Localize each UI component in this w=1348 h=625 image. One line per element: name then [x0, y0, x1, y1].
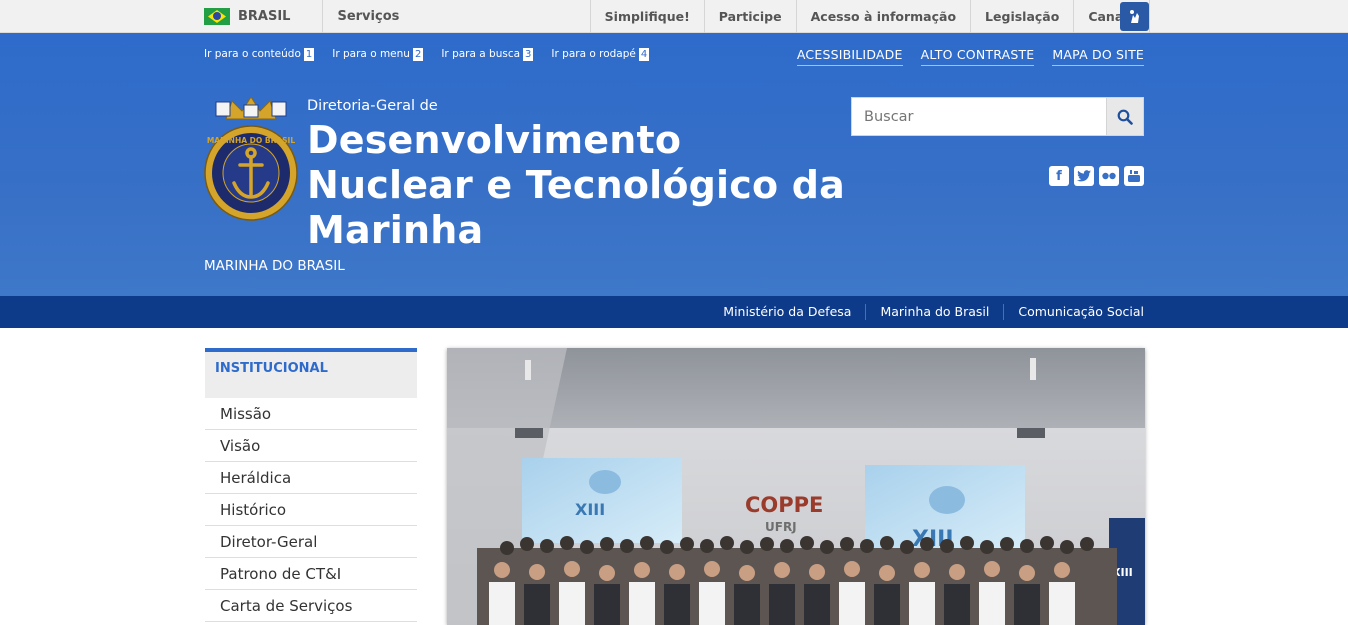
twitter-icon[interactable]: [1074, 166, 1094, 186]
brasil-label: BRASIL: [238, 9, 291, 24]
search-input[interactable]: [851, 97, 1106, 136]
facebook-icon[interactable]: f: [1049, 166, 1069, 186]
search-form: [851, 97, 1144, 136]
comunicacao-social-link[interactable]: Comunicação Social: [1003, 304, 1144, 320]
servicos-link[interactable]: Serviços: [323, 9, 399, 24]
mapa-do-site-link[interactable]: MAPA DO SITE: [1052, 47, 1144, 66]
skip-search-link[interactable]: Ir para a busca 3: [441, 48, 534, 61]
skip-content-link[interactable]: Ir para o conteúdo 1: [204, 48, 315, 61]
youtube-icon[interactable]: [1124, 166, 1144, 186]
org-name: MARINHA DO BRASIL: [204, 258, 345, 274]
search-icon: [1117, 109, 1133, 125]
skip-footer-link[interactable]: Ir para o rodapé 4: [551, 48, 650, 61]
ministerio-defesa-link[interactable]: Ministério da Defesa: [709, 304, 865, 320]
site-header: Ir para o conteúdo 1 Ir para o menu 2 Ir p…: [0, 33, 1348, 296]
brasil-link[interactable]: BRASIL: [204, 0, 324, 33]
accessibility-links: ACESSIBILIDADE ALTO CONTRASTE MAPA DO SI…: [796, 47, 1144, 66]
social-links: f: [1049, 166, 1144, 186]
brazil-flag-icon: [204, 8, 230, 25]
search-button[interactable]: [1106, 97, 1144, 136]
skip-menu-link[interactable]: Ir para o menu 2: [332, 48, 424, 61]
marinha-brasil-link[interactable]: Marinha do Brasil: [865, 304, 1003, 320]
acessibilidade-link[interactable]: ACESSIBILIDADE: [796, 47, 903, 66]
acesso-informacao-link[interactable]: Acesso à informação: [795, 0, 970, 33]
services-bar: Ministério da Defesa Marinha do Brasil C…: [0, 296, 1348, 328]
navy-emblem-logo[interactable]: MARINHA DO BRASIL: [204, 96, 298, 222]
gov-links: Simplifique! Participe Acesso à informaç…: [589, 0, 1150, 33]
vlibras-icon[interactable]: [1120, 2, 1149, 31]
site-subtitle: Diretoria-Geral de: [307, 98, 438, 114]
sidebar-menu: INSTITUCIONAL Missão Visão Heráldica His…: [205, 348, 417, 622]
participe-link[interactable]: Participe: [703, 0, 796, 33]
sidebar-item-diretor-geral[interactable]: Diretor-Geral: [205, 526, 417, 558]
sidebar-item-visao[interactable]: Visão: [205, 430, 417, 462]
legislacao-link[interactable]: Legislação: [970, 0, 1073, 33]
sidebar-item-historico[interactable]: Histórico: [205, 494, 417, 526]
simplifique-link[interactable]: Simplifique!: [589, 0, 704, 33]
sidebar-item-heraldica[interactable]: Heráldica: [205, 462, 417, 494]
flickr-icon[interactable]: [1099, 166, 1119, 186]
gov-bar: BRASIL Serviços Simplifique! Participe A…: [0, 0, 1348, 33]
photo-wall-sub: UFRJ: [765, 520, 797, 534]
sidebar-heading: INSTITUCIONAL: [205, 348, 417, 398]
sidebar-item-patrono[interactable]: Patrono de CT&I: [205, 558, 417, 590]
sidebar-item-missao[interactable]: Missão: [205, 398, 417, 430]
site-title[interactable]: Desenvolvimento Nuclear e Tecnológico da…: [307, 118, 847, 253]
skip-links: Ir para o conteúdo 1 Ir para o menu 2 Ir p…: [204, 48, 650, 61]
photo-wall-text: COPPE: [745, 493, 823, 517]
featured-photo[interactable]: XIII XIII COPPE UFRJ XIII: [447, 348, 1145, 625]
sidebar-item-carta-servicos[interactable]: Carta de Serviços: [205, 590, 417, 622]
alto-contraste-link[interactable]: ALTO CONTRASTE: [920, 47, 1035, 66]
emblem-text: MARINHA DO BRASIL: [207, 136, 296, 145]
screen-left-text: XIII: [575, 500, 605, 519]
